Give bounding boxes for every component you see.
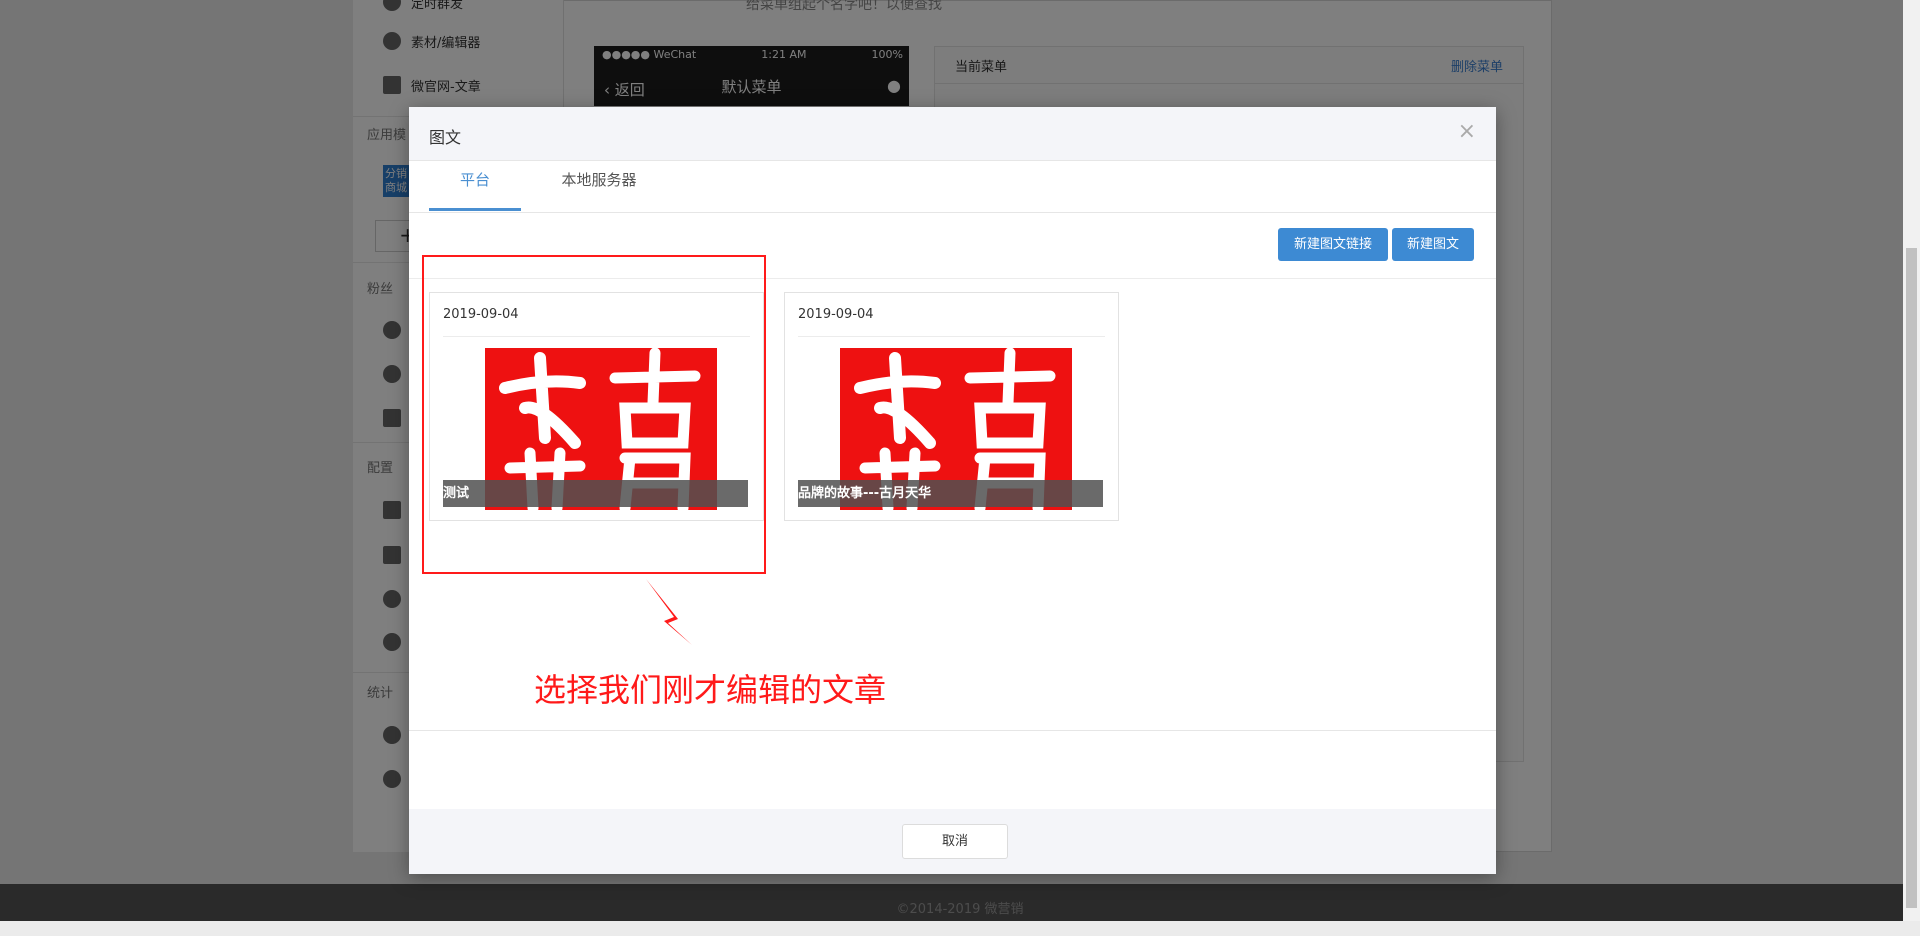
article-date: 2019-09-04: [798, 307, 874, 322]
modal-tabs: 平台 本地服务器: [409, 161, 1496, 213]
modal-footer: 取消: [409, 809, 1496, 874]
highlight-box: [422, 255, 766, 574]
annotation-text: 选择我们刚才编辑的文章: [534, 671, 887, 709]
modal-header: 图文 ×: [409, 107, 1496, 161]
media-picker-modal: 图文 × 平台 本地服务器 新建图文链接 新建图文 2019-09-04 测试 …: [409, 107, 1496, 874]
tab-platform[interactable]: 平台: [429, 161, 521, 211]
scrollbar-thumb[interactable]: [1906, 248, 1917, 908]
arrow-annotation: [646, 579, 692, 645]
page-scrollbar[interactable]: [1903, 0, 1920, 921]
cancel-button[interactable]: 取消: [902, 824, 1008, 859]
modal-title: 图文: [429, 128, 462, 147]
divider: [798, 336, 1105, 337]
article-thumbnail: 品牌的故事---古月天华: [798, 348, 1103, 510]
divider: [409, 730, 1496, 731]
article-card[interactable]: 2019-09-04 品牌的故事---古月天华: [784, 292, 1119, 521]
tab-local-server[interactable]: 本地服务器: [544, 161, 654, 211]
close-icon[interactable]: ×: [1458, 119, 1476, 144]
article-caption: 品牌的故事---古月天华: [798, 480, 1103, 507]
new-article-link-button[interactable]: 新建图文链接: [1278, 228, 1388, 261]
new-article-button[interactable]: 新建图文: [1392, 228, 1474, 261]
